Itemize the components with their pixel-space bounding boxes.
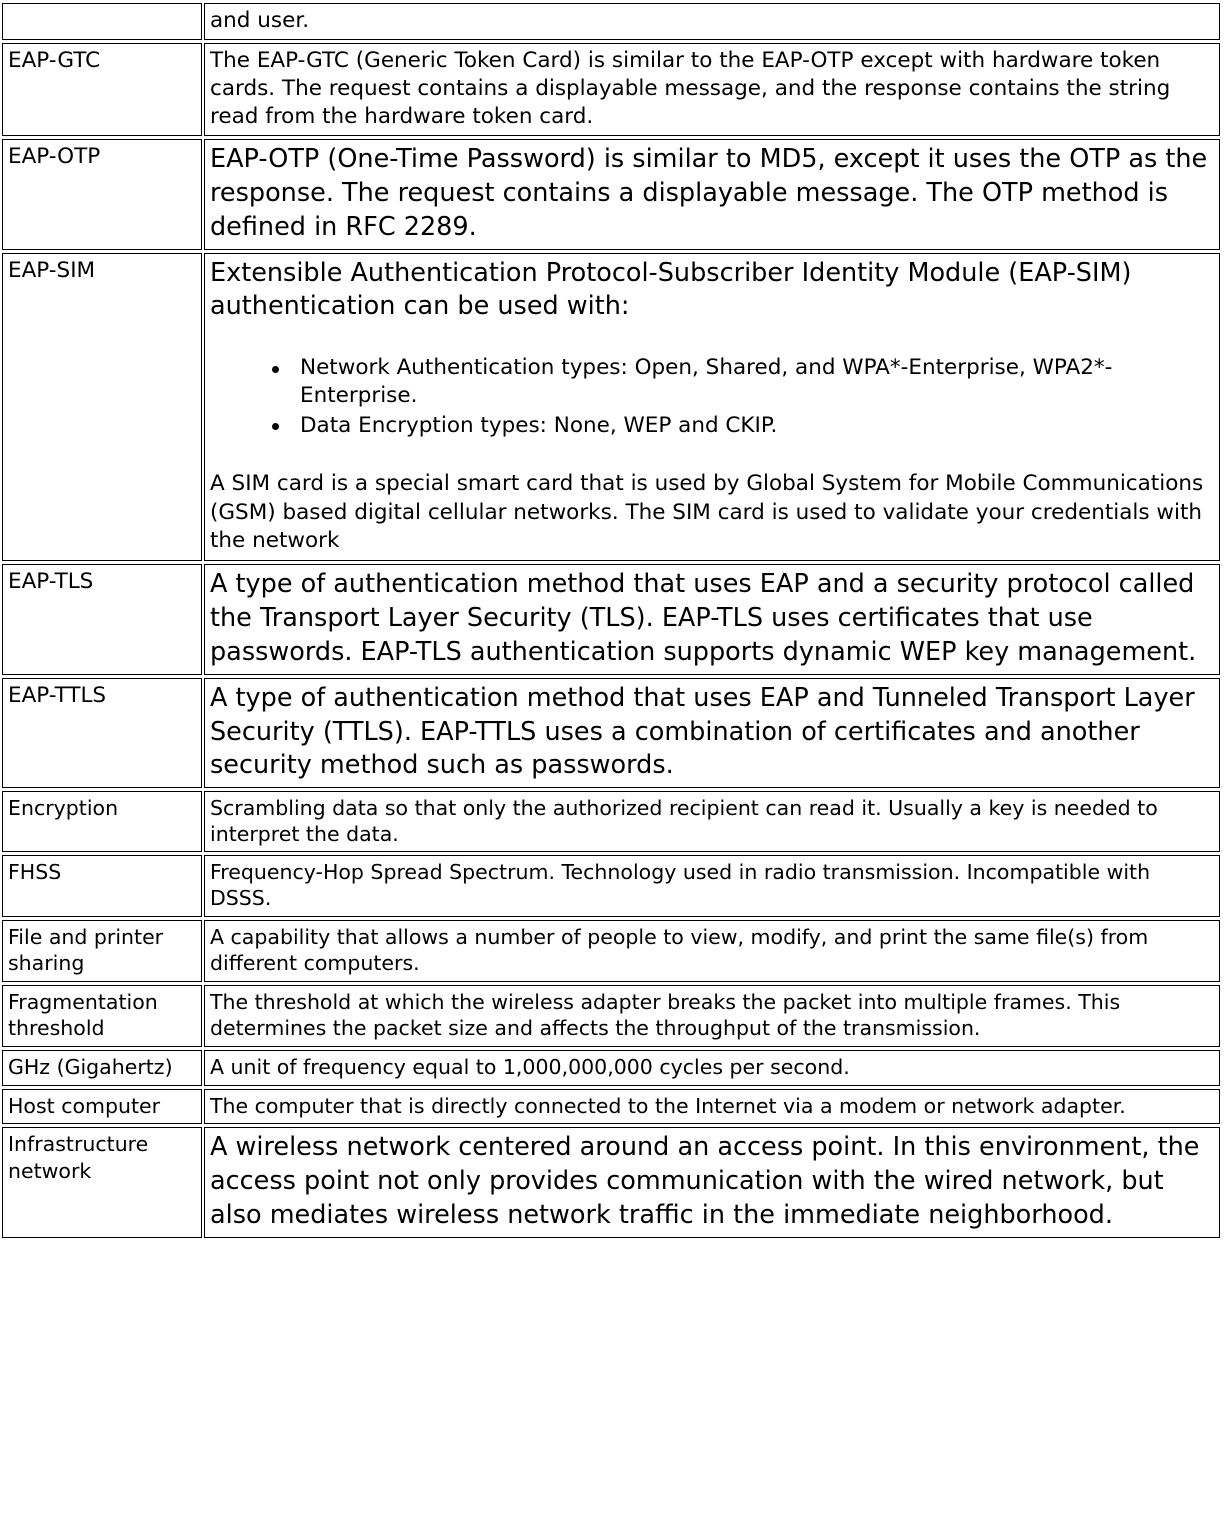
definition-cell: A unit of frequency equal to 1,000,000,0… bbox=[204, 1050, 1220, 1086]
definition-cell: The EAP-GTC (Generic Token Card) is simi… bbox=[204, 43, 1220, 136]
definition-cell: Scrambling data so that only the authori… bbox=[204, 791, 1220, 853]
term-label bbox=[8, 7, 196, 35]
definition-intro-text: Extensible Authentication Protocol-Subsc… bbox=[210, 257, 1140, 322]
glossary-page: and user. EAP-GTC The EAP-GTC (Generic T… bbox=[0, 0, 1227, 1521]
definition-cell: A wireless network centered around an ac… bbox=[204, 1127, 1220, 1239]
definition-text: The threshold at which the wireless adap… bbox=[210, 989, 1127, 1040]
definition-text: The EAP-GTC (Generic Token Card) is simi… bbox=[210, 48, 1178, 129]
list-item-label: Network Authentication types: Open, Shar… bbox=[300, 355, 1113, 409]
definition-text: Frequency-Hop Spread Spectrum. Technolog… bbox=[210, 860, 1157, 911]
table-row: File and printer sharing A capability th… bbox=[2, 919, 1220, 982]
table-row: Fragmentation threshold The threshold at… bbox=[2, 984, 1220, 1048]
term-label: EAP-SIM bbox=[8, 257, 96, 283]
definition-text: A type of authentication method that use… bbox=[210, 568, 1203, 667]
term-cell: Infrastructure network bbox=[2, 1127, 202, 1239]
term-cell: Host computer bbox=[2, 1088, 202, 1125]
term-label: EAP-TLS bbox=[8, 568, 94, 594]
definition-cell: A capability that allows a number of peo… bbox=[204, 919, 1220, 982]
table-row: and user. bbox=[2, 3, 1220, 40]
glossary-table-body: and user. EAP-GTC The EAP-GTC (Generic T… bbox=[2, 3, 1220, 1239]
term-cell: Encryption bbox=[2, 791, 202, 853]
table-row: EAP-SIM Extensible Authentication Protoc… bbox=[2, 252, 1220, 561]
definition-cell: EAP-OTP (One-Time Password) is similar t… bbox=[204, 138, 1220, 250]
glossary-table: and user. EAP-GTC The EAP-GTC (Generic T… bbox=[0, 0, 1222, 1241]
term-label: FHSS bbox=[8, 860, 62, 885]
definition-text: Scrambling data so that only the authori… bbox=[210, 796, 1165, 847]
definition-cell: and user. bbox=[204, 3, 1220, 40]
table-row: Infrastructure network A wireless networ… bbox=[2, 1127, 1220, 1239]
definition-cell: The computer that is directly connected … bbox=[204, 1088, 1220, 1125]
term-cell: EAP-GTC bbox=[2, 43, 202, 136]
definition-outro-text: A SIM card is a special smart card that … bbox=[210, 471, 1211, 554]
term-cell bbox=[2, 3, 202, 40]
term-cell: EAP-SIM bbox=[2, 252, 202, 561]
term-cell: EAP-TTLS bbox=[2, 677, 202, 789]
table-row: EAP-TTLS A type of authentication method… bbox=[2, 677, 1220, 789]
term-cell: FHSS bbox=[2, 855, 202, 917]
list-item: Data Encryption types: None, WEP and CKI… bbox=[266, 412, 1214, 440]
definition-cell: Extensible Authentication Protocol-Subsc… bbox=[204, 252, 1220, 561]
definition-cell: A type of authentication method that use… bbox=[204, 677, 1220, 789]
table-row: EAP-TLS A type of authentication method … bbox=[2, 563, 1220, 675]
table-row: Host computer The computer that is direc… bbox=[2, 1088, 1220, 1125]
definition-text: EAP-OTP (One-Time Password) is similar t… bbox=[210, 143, 1216, 242]
list-item: Network Authentication types: Open, Shar… bbox=[266, 354, 1214, 410]
list-item-label: Data Encryption types: None, WEP and CKI… bbox=[300, 413, 778, 439]
term-label: Infrastructure network bbox=[8, 1132, 155, 1183]
definition-cell: Frequency-Hop Spread Spectrum. Technolog… bbox=[204, 855, 1220, 917]
table-row: FHSS Frequency-Hop Spread Spectrum. Tech… bbox=[2, 855, 1220, 917]
term-label: Host computer bbox=[8, 1093, 161, 1118]
table-row: EAP-GTC The EAP-GTC (Generic Token Card)… bbox=[2, 43, 1220, 136]
term-label: File and printer sharing bbox=[8, 924, 170, 976]
term-label: GHz (Gigahertz) bbox=[8, 1055, 173, 1080]
term-cell: GHz (Gigahertz) bbox=[2, 1050, 202, 1086]
definition-text: A unit of frequency equal to 1,000,000,0… bbox=[210, 1055, 850, 1080]
term-cell: EAP-OTP bbox=[2, 138, 202, 250]
definition-cell: The threshold at which the wireless adap… bbox=[204, 984, 1220, 1048]
definition-text: A wireless network centered around an ac… bbox=[210, 1132, 1208, 1231]
table-row: Encryption Scrambling data so that only … bbox=[2, 791, 1220, 853]
definition-bullet-list: Network Authentication types: Open, Shar… bbox=[210, 354, 1214, 440]
term-label: Fragmentation threshold bbox=[8, 989, 165, 1041]
definition-text: A capability that allows a number of peo… bbox=[210, 924, 1155, 975]
definition-cell: A type of authentication method that use… bbox=[204, 563, 1220, 675]
bullet-icon bbox=[272, 423, 279, 431]
term-cell: EAP-TLS bbox=[2, 563, 202, 675]
term-cell: Fragmentation threshold bbox=[2, 984, 202, 1048]
term-label: EAP-TTLS bbox=[8, 682, 107, 708]
term-cell: File and printer sharing bbox=[2, 919, 202, 982]
definition-text: and user. bbox=[210, 8, 310, 33]
definition-text: A type of authentication method that use… bbox=[210, 682, 1203, 781]
term-label: EAP-GTC bbox=[8, 48, 101, 73]
bullet-icon bbox=[272, 365, 279, 373]
term-label: Encryption bbox=[8, 796, 119, 821]
term-label: EAP-OTP bbox=[8, 143, 101, 169]
table-row: EAP-OTP EAP-OTP (One-Time Password) is s… bbox=[2, 138, 1220, 250]
table-row: GHz (Gigahertz) A unit of frequency equa… bbox=[2, 1050, 1220, 1086]
definition-text: The computer that is directly connected … bbox=[210, 1093, 1126, 1118]
